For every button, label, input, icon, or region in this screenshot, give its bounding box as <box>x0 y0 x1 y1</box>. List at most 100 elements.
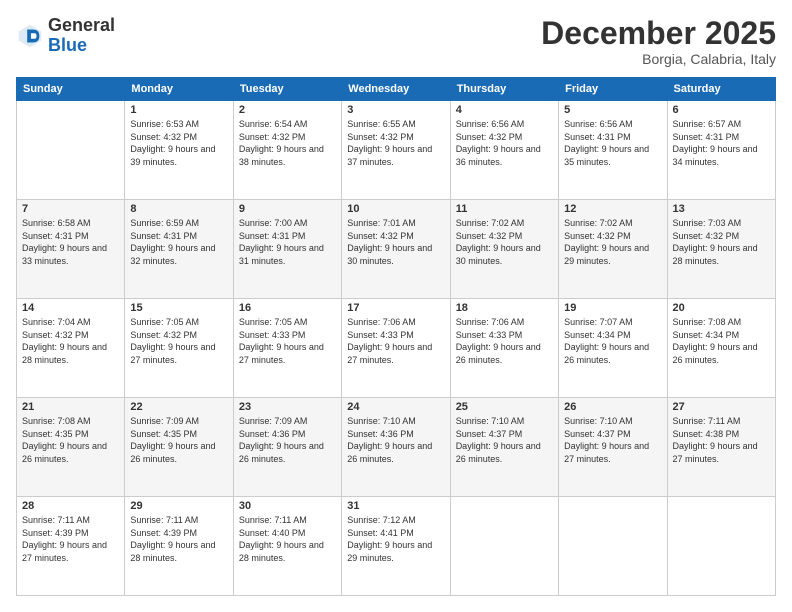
day-number: 1 <box>130 104 227 116</box>
day-info: Sunrise: 7:02 AMSunset: 4:32 PMDaylight:… <box>564 217 661 267</box>
calendar-cell-w0d1: 1Sunrise: 6:53 AMSunset: 4:32 PMDaylight… <box>125 101 233 200</box>
calendar-cell-w1d3: 10 Sunrise: 7:01 AMSunset: 4:32 PMDayligh… <box>342 200 450 299</box>
logo-text-block: General Blue <box>48 16 115 56</box>
day-info: Sunrise: 7:11 AMSunset: 4:38 PMDaylight:… <box>673 415 770 465</box>
day-info: Sunrise: 6:56 AMSunset: 4:31 PMDaylight:… <box>564 118 661 168</box>
day-number: 30 <box>239 500 336 512</box>
header: General Blue December 2025 Borgia, Calab… <box>16 16 776 67</box>
calendar-cell-w1d6: 13Sunrise: 7:03 AMSunset: 4:32 PMDayligh… <box>667 200 775 299</box>
day-info: Sunrise: 6:56 AMSunset: 4:32 PMDaylight:… <box>456 118 553 168</box>
day-info: Sunrise: 7:01 AMSunset: 4:32 PMDaylight:… <box>347 217 444 267</box>
calendar-cell-w0d5: 5 Sunrise: 6:56 AMSunset: 4:31 PMDaylight… <box>559 101 667 200</box>
day-info: Sunrise: 7:05 AMSunset: 4:32 PMDaylight:… <box>130 316 227 366</box>
calendar-cell-w2d5: 19 Sunrise: 7:07 AMSunset: 4:34 PMDayligh… <box>559 299 667 398</box>
calendar-cell-w4d6 <box>667 497 775 596</box>
day-info: Sunrise: 7:02 AMSunset: 4:32 PMDaylight:… <box>456 217 553 267</box>
logo-icon <box>16 22 44 50</box>
day-info: Sunrise: 7:10 AMSunset: 4:37 PMDaylight:… <box>564 415 661 465</box>
day-number: 24 <box>347 401 444 413</box>
calendar-week-row-1: 7Sunrise: 6:58 AMSunset: 4:31 PMDaylight… <box>17 200 776 299</box>
calendar-cell-w4d5 <box>559 497 667 596</box>
day-number: 19 <box>564 302 661 314</box>
day-info: Sunrise: 6:54 AMSunset: 4:32 PMDaylight:… <box>239 118 336 168</box>
day-info: Sunrise: 7:09 AMSunset: 4:35 PMDaylight:… <box>130 415 227 465</box>
day-number: 26 <box>564 401 661 413</box>
day-number: 3 <box>347 104 444 116</box>
calendar-table: Sunday Monday Tuesday Wednesday Thursday… <box>16 77 776 596</box>
calendar-cell-w3d3: 24 Sunrise: 7:10 AMSunset: 4:36 PMDayligh… <box>342 398 450 497</box>
day-info: Sunrise: 7:00 AMSunset: 4:31 PMDaylight:… <box>239 217 336 267</box>
calendar-cell-w4d3: 31 Sunrise: 7:12 AMSunset: 4:41 PMDayligh… <box>342 497 450 596</box>
day-number: 28 <box>22 500 119 512</box>
calendar-cell-w3d0: 21Sunrise: 7:08 AMSunset: 4:35 PMDayligh… <box>17 398 125 497</box>
day-number: 12 <box>564 203 661 215</box>
day-number: 10 <box>347 203 444 215</box>
calendar-cell-w1d0: 7Sunrise: 6:58 AMSunset: 4:31 PMDaylight… <box>17 200 125 299</box>
day-number: 6 <box>673 104 770 116</box>
day-number: 16 <box>239 302 336 314</box>
calendar-cell-w4d0: 28 Sunrise: 7:11 AMSunset: 4:39 PMDayligh… <box>17 497 125 596</box>
logo-general: General <box>48 15 115 35</box>
calendar-cell-w3d1: 22 Sunrise: 7:09 AMSunset: 4:35 PMDayligh… <box>125 398 233 497</box>
title-block: December 2025 Borgia, Calabria, Italy <box>541 16 776 67</box>
day-info: Sunrise: 7:09 AMSunset: 4:36 PMDaylight:… <box>239 415 336 465</box>
day-number: 22 <box>130 401 227 413</box>
day-info: Sunrise: 7:08 AMSunset: 4:35 PMDaylight:… <box>22 415 119 465</box>
day-number: 17 <box>347 302 444 314</box>
calendar-cell-w4d2: 30 Sunrise: 7:11 AMSunset: 4:40 PMDayligh… <box>233 497 341 596</box>
calendar-cell-w3d6: 27Sunrise: 7:11 AMSunset: 4:38 PMDayligh… <box>667 398 775 497</box>
calendar-cell-w3d2: 23 Sunrise: 7:09 AMSunset: 4:36 PMDayligh… <box>233 398 341 497</box>
day-info: Sunrise: 7:10 AMSunset: 4:37 PMDaylight:… <box>456 415 553 465</box>
day-number: 7 <box>22 203 119 215</box>
day-info: Sunrise: 7:07 AMSunset: 4:34 PMDaylight:… <box>564 316 661 366</box>
calendar-cell-w2d4: 18Sunrise: 7:06 AMSunset: 4:33 PMDayligh… <box>450 299 558 398</box>
day-info: Sunrise: 7:05 AMSunset: 4:33 PMDaylight:… <box>239 316 336 366</box>
day-info: Sunrise: 7:11 AMSunset: 4:39 PMDaylight:… <box>22 514 119 564</box>
day-info: Sunrise: 7:06 AMSunset: 4:33 PMDaylight:… <box>347 316 444 366</box>
day-info: Sunrise: 7:12 AMSunset: 4:41 PMDaylight:… <box>347 514 444 564</box>
logo: General Blue <box>16 16 115 56</box>
calendar-week-row-3: 21Sunrise: 7:08 AMSunset: 4:35 PMDayligh… <box>17 398 776 497</box>
calendar-week-row-0: 1Sunrise: 6:53 AMSunset: 4:32 PMDaylight… <box>17 101 776 200</box>
day-info: Sunrise: 6:57 AMSunset: 4:31 PMDaylight:… <box>673 118 770 168</box>
day-info: Sunrise: 7:08 AMSunset: 4:34 PMDaylight:… <box>673 316 770 366</box>
th-saturday: Saturday <box>667 78 775 101</box>
day-number: 23 <box>239 401 336 413</box>
day-number: 15 <box>130 302 227 314</box>
weekday-header-row: Sunday Monday Tuesday Wednesday Thursday… <box>17 78 776 101</box>
calendar-cell-w1d2: 9 Sunrise: 7:00 AMSunset: 4:31 PMDaylight… <box>233 200 341 299</box>
th-thursday: Thursday <box>450 78 558 101</box>
calendar-cell-w0d6: 6 Sunrise: 6:57 AMSunset: 4:31 PMDaylight… <box>667 101 775 200</box>
th-friday: Friday <box>559 78 667 101</box>
th-wednesday: Wednesday <box>342 78 450 101</box>
logo-blue: Blue <box>48 35 87 55</box>
day-info: Sunrise: 7:11 AMSunset: 4:39 PMDaylight:… <box>130 514 227 564</box>
day-number: 9 <box>239 203 336 215</box>
day-number: 20 <box>673 302 770 314</box>
month-title: December 2025 <box>541 16 776 51</box>
day-info: Sunrise: 7:03 AMSunset: 4:32 PMDaylight:… <box>673 217 770 267</box>
day-number: 25 <box>456 401 553 413</box>
calendar-cell-w2d2: 16 Sunrise: 7:05 AMSunset: 4:33 PMDayligh… <box>233 299 341 398</box>
day-number: 8 <box>130 203 227 215</box>
day-number: 5 <box>564 104 661 116</box>
th-tuesday: Tuesday <box>233 78 341 101</box>
day-number: 11 <box>456 203 553 215</box>
calendar-cell-w1d4: 11 Sunrise: 7:02 AMSunset: 4:32 PMDayligh… <box>450 200 558 299</box>
day-info: Sunrise: 7:10 AMSunset: 4:36 PMDaylight:… <box>347 415 444 465</box>
day-number: 2 <box>239 104 336 116</box>
day-number: 31 <box>347 500 444 512</box>
calendar-cell-w2d6: 20 Sunrise: 7:08 AMSunset: 4:34 PMDayligh… <box>667 299 775 398</box>
calendar-cell-w1d1: 8 Sunrise: 6:59 AMSunset: 4:31 PMDaylight… <box>125 200 233 299</box>
page: General Blue December 2025 Borgia, Calab… <box>0 0 792 612</box>
day-info: Sunrise: 7:11 AMSunset: 4:40 PMDaylight:… <box>239 514 336 564</box>
day-number: 14 <box>22 302 119 314</box>
day-info: Sunrise: 6:59 AMSunset: 4:31 PMDaylight:… <box>130 217 227 267</box>
calendar-cell-w3d5: 26 Sunrise: 7:10 AMSunset: 4:37 PMDayligh… <box>559 398 667 497</box>
day-number: 4 <box>456 104 553 116</box>
location: Borgia, Calabria, Italy <box>541 51 776 67</box>
day-number: 29 <box>130 500 227 512</box>
calendar-cell-w4d1: 29 Sunrise: 7:11 AMSunset: 4:39 PMDayligh… <box>125 497 233 596</box>
logo-name: General Blue <box>48 16 115 56</box>
calendar-cell-w0d2: 2 Sunrise: 6:54 AMSunset: 4:32 PMDaylight… <box>233 101 341 200</box>
